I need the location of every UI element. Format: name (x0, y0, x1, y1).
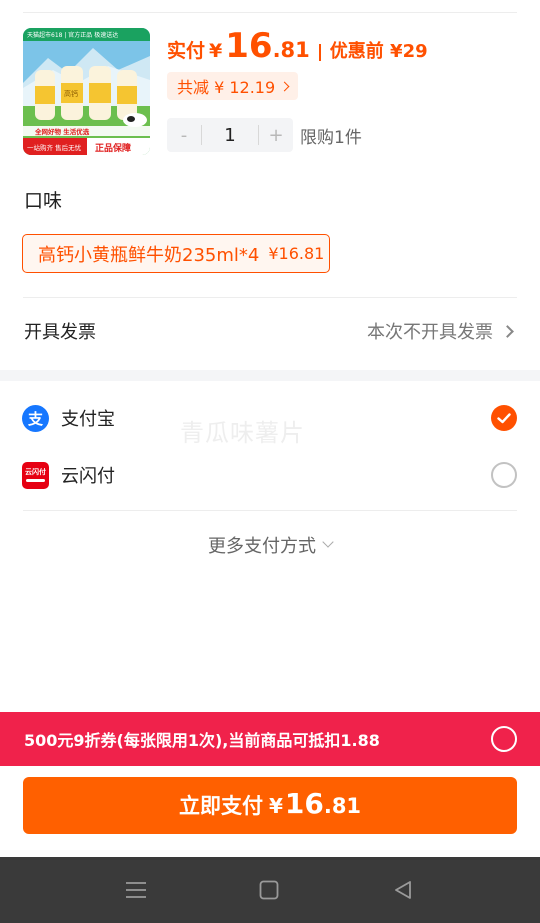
pay-button-amount-integer: 16 (284, 787, 324, 820)
price-currency: ¥ (209, 40, 223, 62)
invoice-value: 本次不开具发票 (367, 318, 516, 344)
price-decimal: .81 (272, 38, 310, 62)
more-payment-methods[interactable]: 更多支付方式 (0, 532, 540, 558)
thumb-banner-text: 天猫超市618 | 官方正品 极速送达 (27, 31, 118, 39)
quantity-value[interactable]: 1 (202, 125, 258, 146)
purchase-limit: 限购1件 (300, 128, 362, 148)
unionpay-icon-text: 云闪付 (25, 468, 46, 476)
watermark: 青瓜味薯片 (180, 419, 305, 447)
divider (23, 297, 517, 298)
payment-radio-selected[interactable] (491, 405, 517, 431)
unionpay-quickpass-icon: 云闪付 (22, 461, 49, 489)
invoice-label: 开具发票 (24, 322, 96, 343)
payment-method-name: 云闪付 (61, 466, 115, 487)
increase-button[interactable]: + (259, 118, 293, 152)
chevron-right-icon (279, 81, 290, 91)
invoice-value-text: 本次不开具发票 (367, 322, 493, 343)
quantity-stepper: - 1 + (167, 118, 293, 152)
thumb-footer-left: 一站购齐 售后无忧 (27, 143, 82, 152)
alipay-icon: 支 (22, 404, 49, 432)
chevron-down-icon (322, 536, 334, 548)
unionpay-icon-stripe (26, 479, 45, 482)
flavor-option-price: ¥16.81 (268, 244, 325, 263)
discount-label: 共减 ¥ 12.19 (177, 78, 276, 97)
payment-method-name: 支付宝 (61, 409, 115, 430)
home-square-icon[interactable] (257, 878, 281, 902)
payment-radio-unselected[interactable] (491, 462, 517, 488)
flavor-option[interactable]: 高钙小黄瓶鲜牛奶235ml*4 ¥16.81 (22, 234, 330, 273)
flavor-option-name: 高钙小黄瓶鲜牛奶235ml*4 (38, 244, 260, 266)
coupon-radio[interactable] (491, 726, 517, 752)
pay-button-currency: ¥ (268, 794, 283, 818)
pay-button-label: 立即支付 (178, 794, 263, 818)
thumb-footer-right: 正品保障 (95, 142, 131, 154)
chevron-right-icon (501, 324, 514, 338)
pay-now-button[interactable]: 立即支付 ¥ 16 .81 (23, 777, 517, 834)
thumb-bottle-label: 高钙 (64, 89, 78, 98)
divider (23, 510, 517, 511)
top-divider (23, 12, 517, 13)
decrease-button[interactable]: - (167, 118, 201, 152)
section-gap (0, 370, 540, 381)
back-triangle-icon[interactable] (391, 878, 415, 902)
original-price: 优惠前 ¥29 (329, 41, 428, 62)
flavor-title: 口味 (24, 190, 63, 212)
coupon-text: 500元9折券(每张限用1次),当前商品可抵扣1.88 (24, 731, 380, 750)
price-integer: 16 (225, 26, 273, 66)
price-separator (318, 43, 321, 61)
more-payment-label: 更多支付方式 (208, 536, 316, 557)
checkmark-icon (497, 412, 511, 423)
thumb-slogan: 全网好物 生活优选 (34, 127, 90, 136)
alipay-icon-glyph: 支 (27, 409, 43, 428)
price-row: 实付 ¥ 16 .81 优惠前 ¥29 (167, 26, 428, 70)
product-thumbnail[interactable]: 天猫超市618 | 官方正品 极速送达 高钙 全网好物 生活优选 一站购齐 售后… (23, 28, 150, 155)
discount-badge[interactable]: 共减 ¥ 12.19 (167, 72, 299, 100)
actual-price-label: 实付 (167, 40, 206, 62)
coupon-bar[interactable]: 500元9折券(每张限用1次),当前商品可抵扣1.88 (0, 712, 540, 766)
payment-method-unionpay[interactable]: 云闪付 云闪付 (22, 455, 518, 495)
invoice-row[interactable]: 开具发票 本次不开具发票 (24, 312, 516, 350)
milk-bottles-product-image: 天猫超市618 | 官方正品 极速送达 高钙 全网好物 生活优选 一站购齐 售后… (23, 28, 150, 155)
menu-icon[interactable] (124, 878, 148, 902)
pay-button-amount-decimal: .81 (323, 794, 362, 818)
system-navigation-bar (0, 857, 540, 923)
